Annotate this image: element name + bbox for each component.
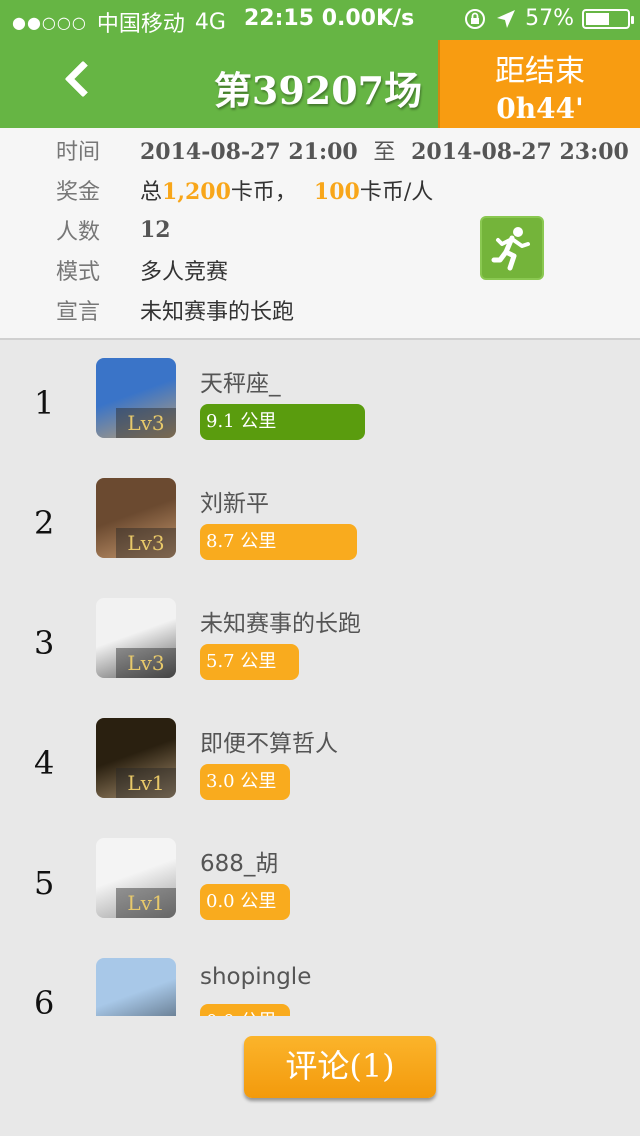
avatar[interactable]: Lv1	[96, 718, 176, 798]
info-row-count: 人数 12	[56, 212, 171, 248]
status-bar: ●●○○○ 中国移动 4G 22:15 0.00K/s 57%	[0, 0, 640, 40]
rank-number: 1	[34, 384, 55, 422]
info-row-mode: 模式 多人竞赛	[56, 252, 228, 288]
ranking-row[interactable]: 2 Lv3 刘新平 8.7 公里	[0, 462, 640, 582]
carrier-name: 中国移动	[96, 12, 185, 37]
avatar[interactable]: Lv3	[96, 598, 176, 678]
location-arrow-icon	[497, 9, 516, 28]
prize-total: 1,200	[162, 179, 231, 205]
info-key-motto: 宣言	[56, 300, 101, 325]
page-title: 第39207场	[213, 68, 423, 113]
info-key-time: 时间	[56, 140, 101, 165]
prize-unit: 卡币，	[230, 180, 297, 205]
user-name: 天秤座_	[200, 371, 281, 397]
avatar[interactable]: Lv3	[96, 478, 176, 558]
race-info-panel: 时间 2014-08-27 21:00 至 2014-08-27 23:00 奖…	[0, 128, 640, 340]
rank-number: 5	[34, 864, 55, 902]
rank-number: 2	[34, 504, 55, 542]
avatar[interactable]: Lv1	[96, 838, 176, 918]
info-key-prize: 奖金	[56, 180, 101, 205]
signal-strength: ●●○○○	[12, 12, 87, 32]
ranking-row[interactable]: 6 shopingle 0.0 公里	[0, 942, 640, 1016]
participant-count: 12	[140, 217, 171, 243]
level-badge: Lv1	[116, 768, 176, 798]
user-name: 刘新平	[200, 491, 269, 517]
info-row-prize: 奖金 总1,200卡币， 100卡币/人	[56, 172, 433, 208]
avatar[interactable]: Lv3	[96, 358, 176, 438]
level-badge: Lv3	[116, 528, 176, 558]
time-start: 2014-08-27 21:00	[140, 139, 358, 165]
distance-bar: 8.7 公里	[200, 524, 357, 560]
level-badge: Lv3	[116, 648, 176, 678]
distance-bar: 0.0 公里	[200, 1004, 290, 1016]
distance-bar: 9.1 公里	[200, 404, 365, 440]
time-end: 2014-08-27 23:00	[411, 139, 629, 165]
user-name: 未知赛事的长跑	[200, 611, 361, 637]
prize-per-unit: 卡币/人	[359, 180, 434, 205]
info-key-count: 人数	[56, 220, 101, 245]
comment-button[interactable]: 评论(1)	[244, 1036, 436, 1098]
rotation-lock-icon	[465, 8, 486, 29]
time-separator: 至	[373, 140, 396, 165]
rank-number: 4	[34, 744, 55, 782]
avatar[interactable]	[96, 958, 176, 1016]
ranking-row[interactable]: 3 Lv3 未知赛事的长跑 5.7 公里	[0, 582, 640, 702]
level-badge: Lv3	[116, 408, 176, 438]
user-name: shopingle	[200, 964, 312, 990]
ranking-row[interactable]: 1 Lv3 天秤座_ 9.1 公里	[0, 342, 640, 462]
countdown-label: 距结束	[495, 54, 585, 89]
countdown-value: 0h44'	[496, 92, 584, 125]
running-mode-button[interactable]	[480, 216, 544, 280]
battery-icon	[582, 8, 634, 29]
distance-bar: 5.7 公里	[200, 644, 299, 680]
chevron-left-icon	[64, 60, 102, 98]
back-button[interactable]	[50, 52, 110, 112]
ranking-row[interactable]: 5 Lv1 688_胡 0.0 公里	[0, 822, 640, 942]
distance-bar: 3.0 公里	[200, 764, 290, 800]
net-speed: 0.00K/s	[321, 6, 415, 31]
mode-value: 多人竞赛	[140, 260, 229, 285]
battery-percent: 57%	[525, 6, 574, 31]
level-badge: Lv1	[116, 888, 176, 918]
clock: 22:15	[244, 6, 315, 31]
info-row-motto: 宣言 未知赛事的长跑	[56, 292, 294, 328]
user-name: 688_胡	[200, 851, 279, 877]
motto-value: 未知赛事的长跑	[140, 300, 295, 325]
prize-prefix: 总	[140, 180, 163, 205]
ranking-list[interactable]: 1 Lv3 天秤座_ 9.1 公里 2 Lv3 刘新平 8.7 公里 3 Lv3 未知赛事的长跑 5.…	[0, 342, 640, 1016]
running-man-icon	[491, 227, 530, 271]
countdown-panel: 距结束 0h44'	[438, 40, 640, 128]
ranking-row[interactable]: 4 Lv1 即便不算哲人 3.0 公里	[0, 702, 640, 822]
network-type: 4G	[194, 9, 226, 35]
info-key-mode: 模式	[56, 260, 101, 285]
user-name: 即便不算哲人	[200, 731, 338, 757]
rank-number: 6	[34, 984, 55, 1016]
prize-per-person: 100	[313, 179, 360, 205]
rank-number: 3	[34, 624, 55, 662]
info-row-time: 时间 2014-08-27 21:00 至 2014-08-27 23:00	[56, 132, 629, 168]
distance-bar: 0.0 公里	[200, 884, 290, 920]
